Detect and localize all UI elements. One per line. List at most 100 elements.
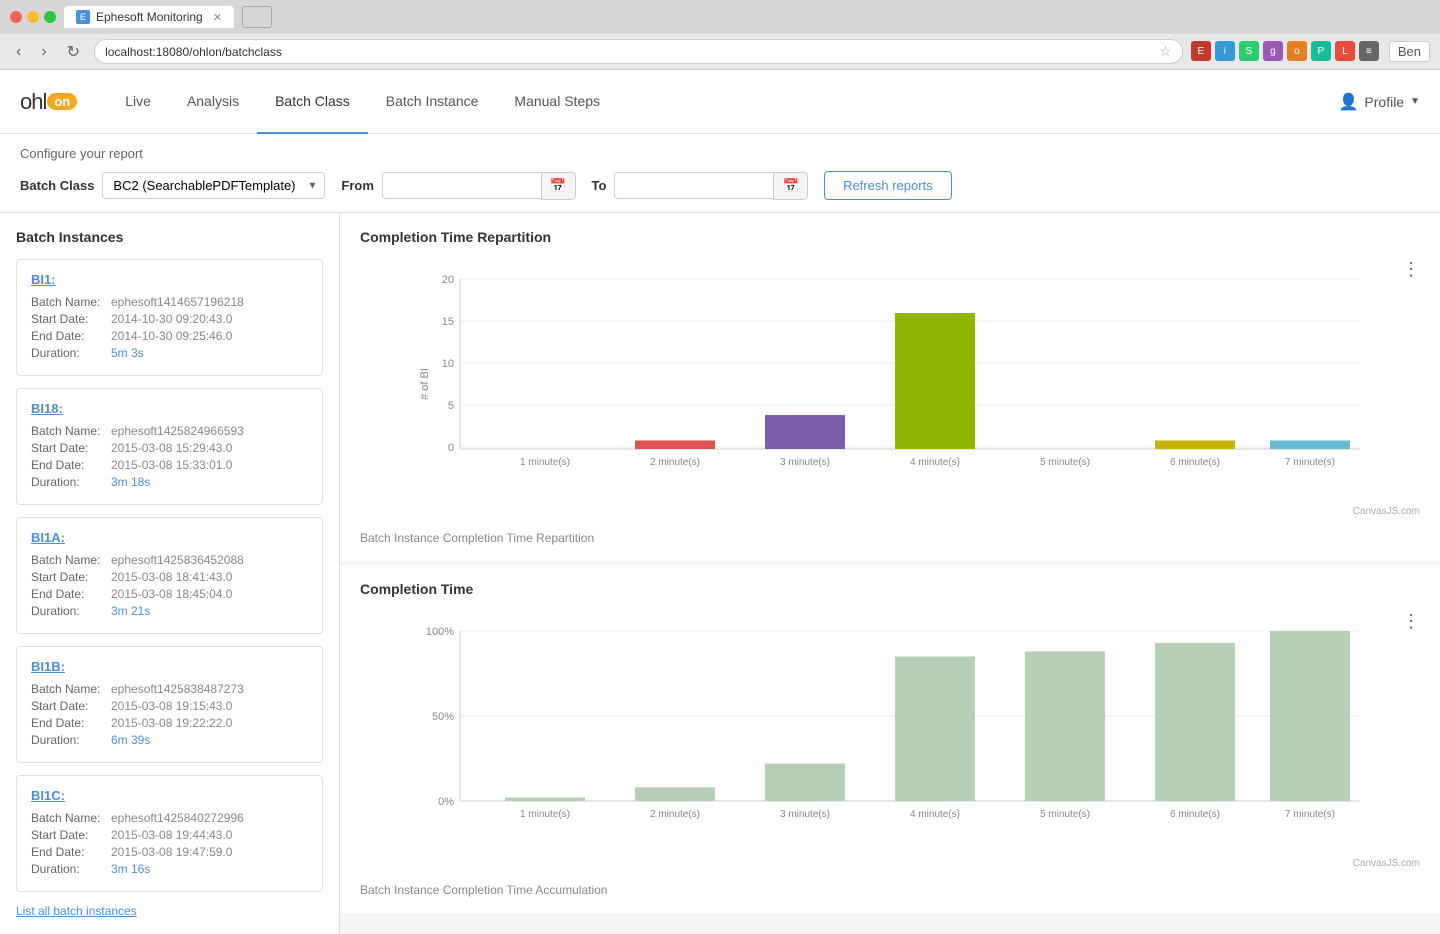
close-dot[interactable]	[10, 11, 22, 23]
extension-icon-4[interactable]: g	[1263, 41, 1283, 61]
batch-instance-id[interactable]: BI18:	[31, 401, 308, 416]
refresh-reports-button[interactable]: Refresh reports	[824, 171, 952, 200]
start-date-label: Start Date:	[31, 699, 111, 713]
svg-text:0: 0	[448, 442, 454, 454]
address-bar[interactable]: localhost:18080/ohlon/batchclass ☆	[94, 39, 1183, 64]
minimize-dot[interactable]	[27, 11, 39, 23]
profile-icon: 👤	[1338, 92, 1358, 112]
extension-icon-2[interactable]: i	[1215, 41, 1235, 61]
batch-field-duration: Duration: 3m 18s	[31, 475, 308, 489]
browser-titlebar: E Ephesoft Monitoring ✕	[0, 0, 1440, 34]
extension-icon-8[interactable]: ≡	[1359, 41, 1379, 61]
to-date-input[interactable]	[614, 172, 774, 199]
batch-field-end: End Date: 2015-03-08 15:33:01.0	[31, 458, 308, 472]
svg-text:4 minute(s): 4 minute(s)	[910, 457, 960, 468]
batch-class-field: Batch Class BC2 (SearchablePDFTemplate) …	[20, 172, 325, 199]
duration-label: Duration:	[31, 604, 111, 618]
from-calendar-button[interactable]: 📅	[541, 172, 576, 200]
profile-menu[interactable]: 👤 Profile ▼	[1338, 92, 1420, 112]
chart1-svg: # of BI 0 5 10 15 20	[360, 269, 1420, 499]
batch-instance-id[interactable]: BI1B:	[31, 659, 308, 674]
duration-value: 3m 18s	[111, 475, 150, 489]
svg-text:6 minute(s): 6 minute(s)	[1170, 809, 1220, 820]
maximize-dot[interactable]	[44, 11, 56, 23]
to-field: To 📅	[592, 172, 809, 200]
batch-name-value: ephesoft1425840272996	[111, 811, 244, 825]
batch-name-label: Batch Name:	[31, 682, 111, 696]
chart1-section: Completion Time Repartition ⋮ # of BI 0 …	[340, 213, 1440, 561]
from-field: From 📅	[341, 172, 575, 200]
main-content: Batch Instances BI1: Batch Name: ephesof…	[0, 213, 1440, 934]
batch-field-start: Start Date: 2015-03-08 19:44:43.0	[31, 828, 308, 842]
nav-item-batchclass[interactable]: Batch Class	[257, 70, 368, 134]
browser-dots	[10, 11, 56, 23]
chart1-menu-button[interactable]: ⋮	[1402, 259, 1420, 280]
extension-icon-1[interactable]: E	[1191, 41, 1211, 61]
tab-favicon: E	[76, 10, 90, 24]
nav-item-live[interactable]: Live	[107, 70, 169, 134]
duration-label: Duration:	[31, 475, 111, 489]
app-logo: ohl on	[20, 89, 77, 115]
list-all-link[interactable]: List all batch instances	[16, 904, 323, 918]
start-date-label: Start Date:	[31, 312, 111, 326]
profile-label: Profile	[1364, 94, 1404, 110]
config-title: Configure your report	[20, 146, 1420, 161]
batch-name-label: Batch Name:	[31, 295, 111, 309]
app-header: ohl on Live Analysis Batch Class Batch I…	[0, 70, 1440, 134]
nav-item-analysis[interactable]: Analysis	[169, 70, 257, 134]
config-bar: Configure your report Batch Class BC2 (S…	[0, 134, 1440, 213]
batch-field-name: Batch Name: ephesoft1425824966593	[31, 424, 308, 438]
chart2-menu-button[interactable]: ⋮	[1402, 611, 1420, 632]
tab-title: Ephesoft Monitoring	[96, 10, 203, 24]
duration-label: Duration:	[31, 862, 111, 876]
svg-text:5: 5	[448, 400, 454, 412]
batch-instance-card: BI1: Batch Name: ephesoft1414657196218 S…	[16, 259, 323, 376]
from-date-input[interactable]	[382, 172, 542, 199]
end-date-label: End Date:	[31, 845, 111, 859]
svg-text:50%: 50%	[432, 711, 454, 723]
end-date-value: 2014-10-30 09:25:46.0	[111, 329, 232, 343]
end-date-label: End Date:	[31, 458, 111, 472]
chart2-title: Completion Time	[360, 581, 1420, 597]
config-controls: Batch Class BC2 (SearchablePDFTemplate) …	[20, 171, 1420, 200]
main-nav: Live Analysis Batch Class Batch Instance…	[107, 70, 1338, 134]
batch-class-label: Batch Class	[20, 178, 94, 193]
bookmark-icon[interactable]: ☆	[1159, 43, 1172, 60]
svg-text:10: 10	[442, 358, 454, 370]
batch-field-end: End Date: 2015-03-08 19:22:22.0	[31, 716, 308, 730]
batch-field-name: Batch Name: ephesoft1425838487273	[31, 682, 308, 696]
start-date-label: Start Date:	[31, 828, 111, 842]
batch-instance-id[interactable]: BI1A:	[31, 530, 308, 545]
chart1-title: Completion Time Repartition	[360, 229, 1420, 245]
extension-icon-7[interactable]: L	[1335, 41, 1355, 61]
extension-icon-5[interactable]: o	[1287, 41, 1307, 61]
duration-value: 3m 16s	[111, 862, 150, 876]
extension-icon-3[interactable]: S	[1239, 41, 1259, 61]
batch-instance-id[interactable]: BI1C:	[31, 788, 308, 803]
batch-field-duration: Duration: 3m 16s	[31, 862, 308, 876]
batch-instance-id[interactable]: BI1:	[31, 272, 308, 287]
svg-text:1 minute(s): 1 minute(s)	[520, 809, 570, 820]
reload-button[interactable]: ↻	[61, 40, 86, 64]
batch-class-select[interactable]: BC2 (SearchablePDFTemplate)	[102, 172, 325, 199]
to-calendar-button[interactable]: 📅	[773, 172, 808, 200]
right-panel: Completion Time Repartition ⋮ # of BI 0 …	[340, 213, 1440, 934]
back-button[interactable]: ‹	[10, 41, 27, 63]
tab-close-button[interactable]: ✕	[213, 11, 222, 24]
batch-instances-title: Batch Instances	[16, 229, 323, 245]
to-date-group: 📅	[614, 172, 808, 200]
end-date-value: 2015-03-08 15:33:01.0	[111, 458, 232, 472]
extension-icon-6[interactable]: P	[1311, 41, 1331, 61]
nav-item-batchinstance[interactable]: Batch Instance	[368, 70, 497, 134]
chart2-credit: CanvasJS.com	[360, 858, 1420, 869]
browser-tab[interactable]: E Ephesoft Monitoring ✕	[64, 6, 234, 28]
batch-name-label: Batch Name:	[31, 811, 111, 825]
svg-text:4 minute(s): 4 minute(s)	[910, 809, 960, 820]
start-date-value: 2014-10-30 09:20:43.0	[111, 312, 232, 326]
svg-text:100%: 100%	[426, 626, 454, 638]
batch-field-start: Start Date: 2015-03-08 18:41:43.0	[31, 570, 308, 584]
forward-button[interactable]: ›	[35, 41, 52, 63]
chart1-container: ⋮ # of BI 0 5 10 15 20	[360, 259, 1420, 527]
nav-item-manualsteps[interactable]: Manual Steps	[496, 70, 618, 134]
batch-field-duration: Duration: 6m 39s	[31, 733, 308, 747]
